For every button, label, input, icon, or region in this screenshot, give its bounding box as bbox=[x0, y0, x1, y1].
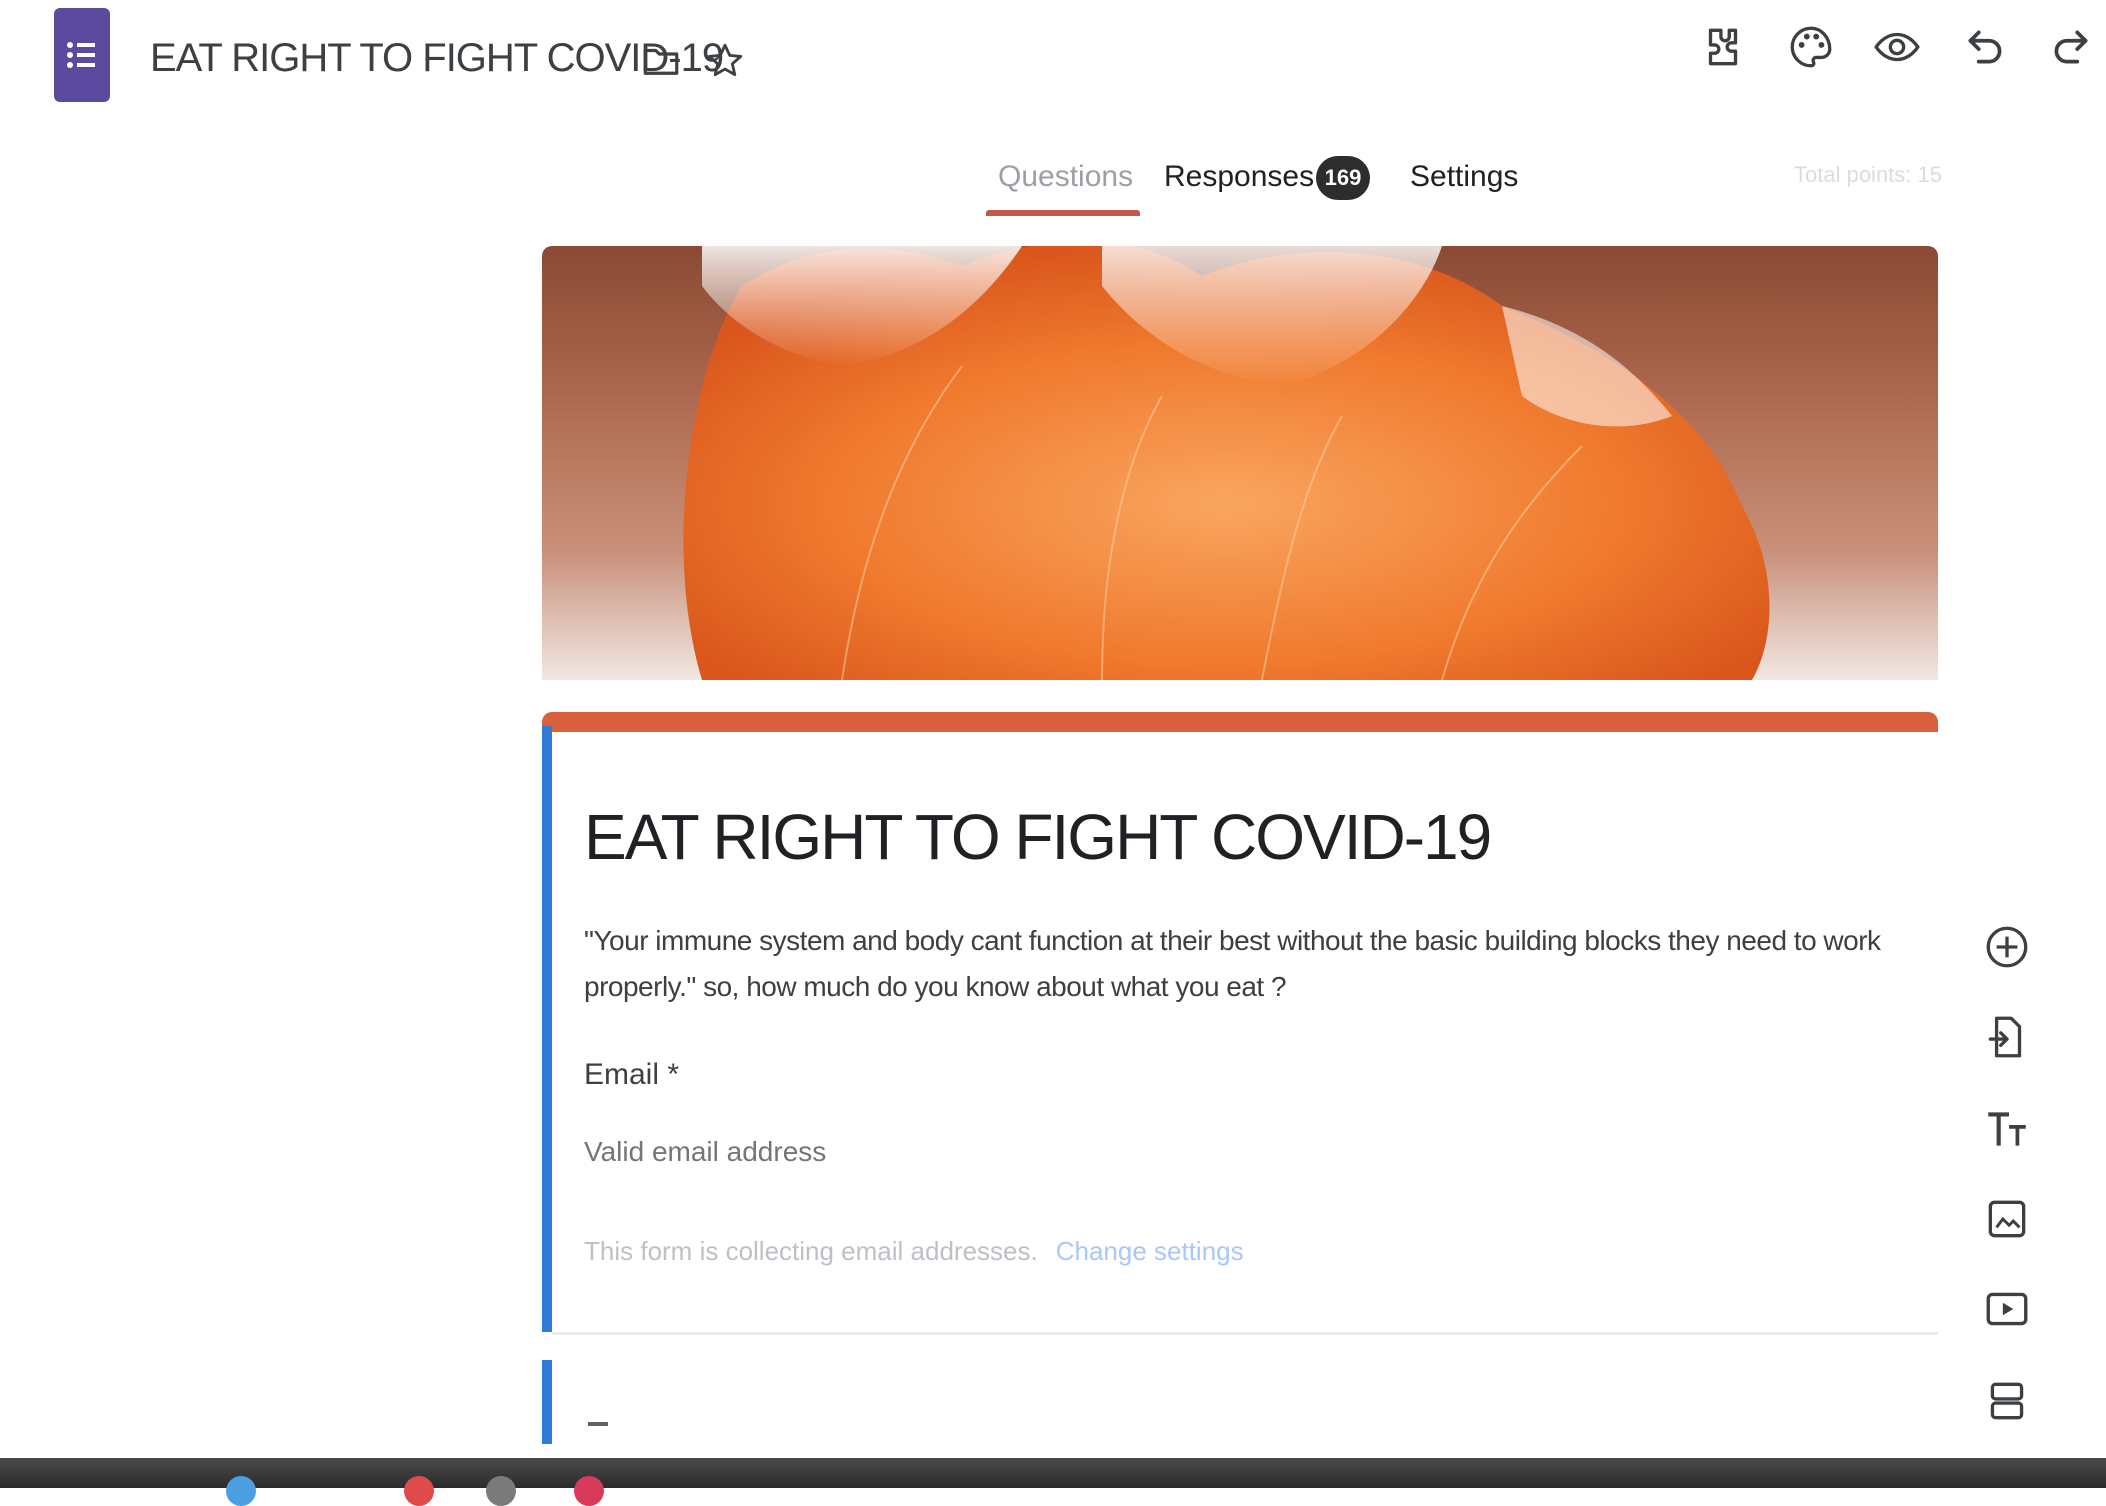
add-section-icon[interactable] bbox=[1982, 1376, 2032, 1426]
drag-handle-icon[interactable] bbox=[588, 1422, 608, 1426]
email-collection-text: This form is collecting email addresses. bbox=[584, 1236, 1038, 1266]
taskbar-app-icon[interactable] bbox=[404, 1476, 434, 1506]
change-settings-link[interactable]: Change settings bbox=[1056, 1236, 1244, 1266]
form-header-card[interactable]: EAT RIGHT TO FIGHT COVID-19 "Your immune… bbox=[542, 712, 1938, 1335]
undo-icon[interactable] bbox=[1960, 22, 2010, 72]
email-field[interactable] bbox=[584, 1136, 1184, 1168]
forms-app-icon[interactable] bbox=[54, 8, 110, 102]
app-header: EAT RIGHT TO FIGHT COVID-19 bbox=[0, 0, 2106, 130]
responses-count-badge: 169 bbox=[1316, 156, 1370, 200]
card-accent-bar bbox=[542, 712, 1938, 732]
question-card-focus-bar bbox=[542, 1360, 552, 1444]
taskbar-app-icon[interactable] bbox=[486, 1476, 516, 1506]
os-taskbar bbox=[0, 1458, 2106, 1488]
tab-responses[interactable]: Responses bbox=[1164, 160, 1314, 194]
add-video-icon[interactable] bbox=[1982, 1284, 2032, 1334]
redo-icon[interactable] bbox=[2046, 22, 2096, 72]
document-title[interactable]: EAT RIGHT TO FIGHT COVID-19 bbox=[150, 36, 724, 81]
palette-icon[interactable] bbox=[1786, 22, 1836, 72]
taskbar-app-icon[interactable] bbox=[574, 1476, 604, 1506]
email-label: Email * bbox=[584, 1058, 680, 1091]
total-points-label: Total points: 15 bbox=[1794, 162, 1942, 187]
add-title-icon[interactable] bbox=[1982, 1104, 2032, 1154]
star-icon[interactable] bbox=[704, 40, 746, 82]
question-card[interactable] bbox=[542, 1360, 1938, 1444]
folder-icon[interactable] bbox=[640, 40, 682, 82]
addon-icon[interactable] bbox=[1698, 22, 1748, 72]
import-questions-icon[interactable] bbox=[1982, 1012, 2032, 1062]
email-collection-note: This form is collecting email addresses.… bbox=[584, 1236, 1244, 1267]
header-banner-image bbox=[542, 246, 1938, 680]
preview-icon[interactable] bbox=[1872, 22, 1922, 72]
tab-questions[interactable]: Questions bbox=[998, 160, 1133, 194]
form-title[interactable]: EAT RIGHT TO FIGHT COVID-19 bbox=[584, 800, 1492, 874]
tab-settings[interactable]: Settings bbox=[1410, 160, 1518, 194]
active-tab-indicator bbox=[986, 210, 1140, 216]
add-question-icon[interactable] bbox=[1982, 922, 2032, 972]
card-divider bbox=[552, 1332, 1938, 1335]
card-focus-bar bbox=[542, 726, 552, 1332]
orange-segments-image bbox=[683, 246, 1770, 680]
add-image-icon[interactable] bbox=[1982, 1194, 2032, 1244]
form-description[interactable]: "Your immune system and body cant functi… bbox=[584, 918, 1884, 1010]
taskbar-app-icon[interactable] bbox=[226, 1476, 256, 1506]
